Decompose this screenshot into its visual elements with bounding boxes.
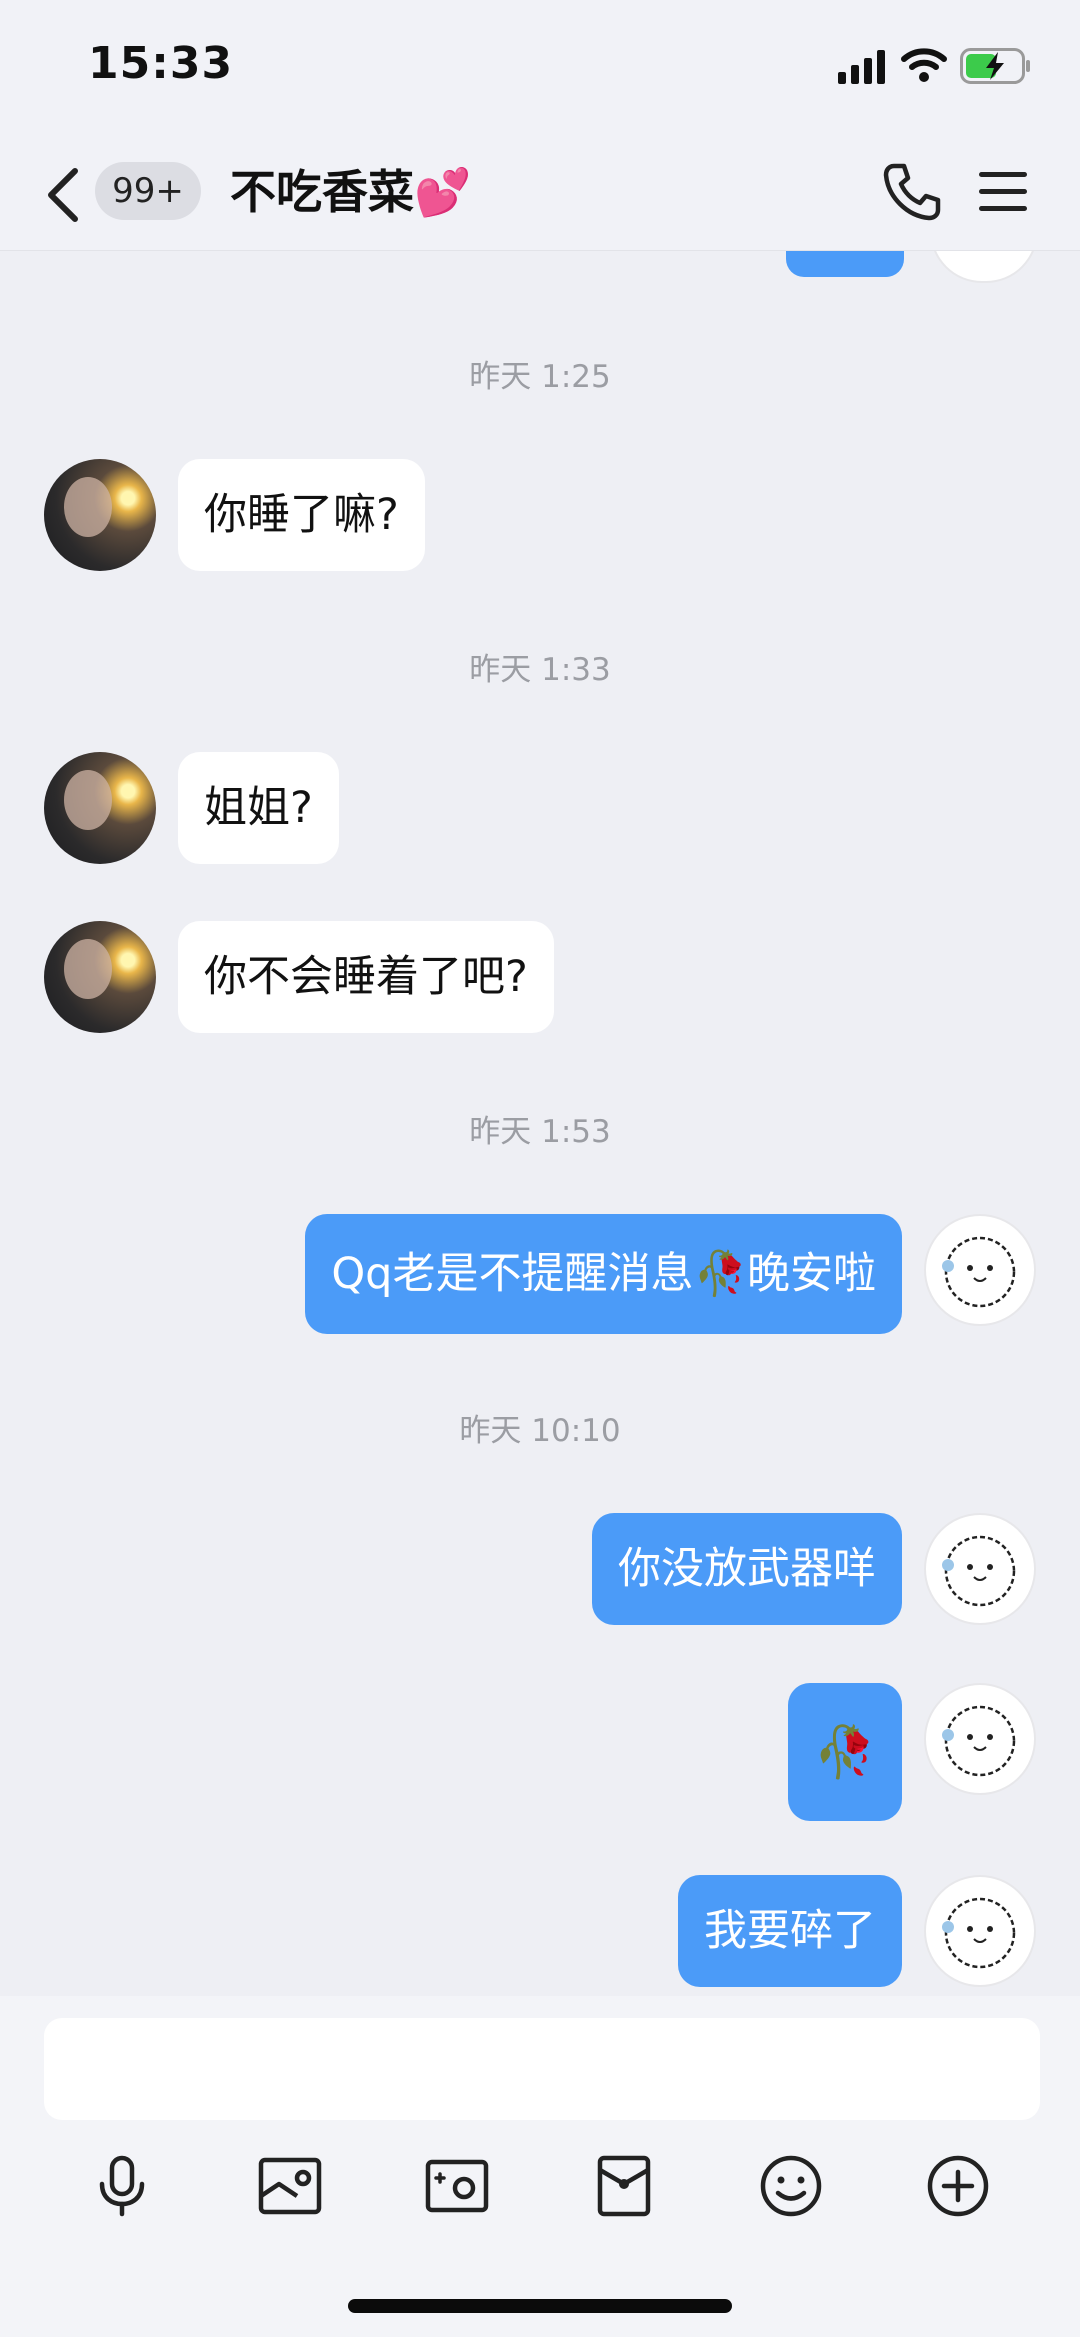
message-bubble-outgoing-partial[interactable] bbox=[786, 251, 904, 277]
phone-icon bbox=[883, 163, 941, 221]
more-menu-button[interactable] bbox=[975, 168, 1031, 216]
message-timestamp: 昨天 10:10 bbox=[459, 1413, 621, 1449]
image-icon bbox=[258, 2157, 322, 2215]
message-timestamp: 昨天 1:33 bbox=[469, 652, 611, 688]
unread-count-badge[interactable]: 99+ bbox=[95, 162, 201, 220]
cartoon-cat-icon bbox=[942, 1535, 1016, 1607]
avatar-me[interactable] bbox=[924, 1875, 1036, 1987]
message-bubble-outgoing-emoji[interactable]: 🥀 bbox=[787, 1683, 902, 1821]
plus-icon bbox=[927, 2155, 989, 2217]
cartoon-cat-icon bbox=[942, 1897, 1016, 1969]
microphone-icon bbox=[99, 2155, 145, 2217]
voice-input-button[interactable] bbox=[86, 2150, 158, 2222]
red-packet-icon bbox=[597, 2155, 651, 2217]
camera-button[interactable] bbox=[421, 2150, 493, 2222]
battery-charging-icon bbox=[960, 48, 1030, 84]
emoji-icon bbox=[760, 2155, 822, 2217]
avatar-me[interactable] bbox=[924, 1214, 1036, 1326]
message-bubble-outgoing[interactable]: 我要碎了 bbox=[678, 1875, 902, 1987]
camera-icon bbox=[425, 2159, 489, 2213]
wifi-icon bbox=[901, 48, 947, 82]
message-bubble-incoming[interactable]: 你睡了嘛? bbox=[178, 459, 425, 571]
message-list[interactable]: 昨天 1:25 你睡了嘛? 昨天 1:33 姐姐? 你不会睡着了吧? 昨天 1:… bbox=[0, 251, 1080, 1996]
status-time: 15:33 bbox=[88, 38, 234, 89]
cellular-signal-icon bbox=[838, 50, 885, 84]
photo-album-button[interactable] bbox=[254, 2150, 326, 2222]
message-input[interactable] bbox=[44, 2018, 1040, 2120]
avatar-me[interactable] bbox=[924, 1513, 1036, 1625]
emoji-button[interactable] bbox=[755, 2150, 827, 2222]
message-bubble-outgoing[interactable]: Qq老是不提醒消息🥀晚安啦 bbox=[305, 1214, 902, 1334]
message-bubble-outgoing[interactable]: 你没放武器咩 bbox=[592, 1513, 902, 1625]
avatar-contact[interactable] bbox=[44, 459, 156, 571]
avatar-contact[interactable] bbox=[44, 752, 156, 864]
chevron-left-icon bbox=[48, 168, 78, 222]
chat-title[interactable]: 不吃香菜💕 bbox=[230, 160, 471, 224]
avatar-me-partial[interactable] bbox=[930, 251, 1038, 283]
cartoon-cat-icon bbox=[942, 1705, 1016, 1777]
message-timestamp: 昨天 1:53 bbox=[469, 1114, 611, 1150]
cartoon-cat-icon bbox=[942, 1236, 1016, 1308]
back-button[interactable] bbox=[40, 160, 84, 230]
more-actions-button[interactable] bbox=[922, 2150, 994, 2222]
home-indicator[interactable] bbox=[348, 2299, 732, 2313]
message-bubble-incoming[interactable]: 你不会睡着了吧? bbox=[178, 921, 554, 1033]
message-timestamp: 昨天 1:25 bbox=[469, 359, 611, 395]
voice-call-button[interactable] bbox=[880, 160, 944, 224]
avatar-contact[interactable] bbox=[44, 921, 156, 1033]
message-bubble-incoming[interactable]: 姐姐? bbox=[178, 752, 339, 864]
avatar-me[interactable] bbox=[924, 1683, 1036, 1795]
red-packet-button[interactable] bbox=[588, 2150, 660, 2222]
hamburger-menu-icon bbox=[979, 172, 1027, 211]
